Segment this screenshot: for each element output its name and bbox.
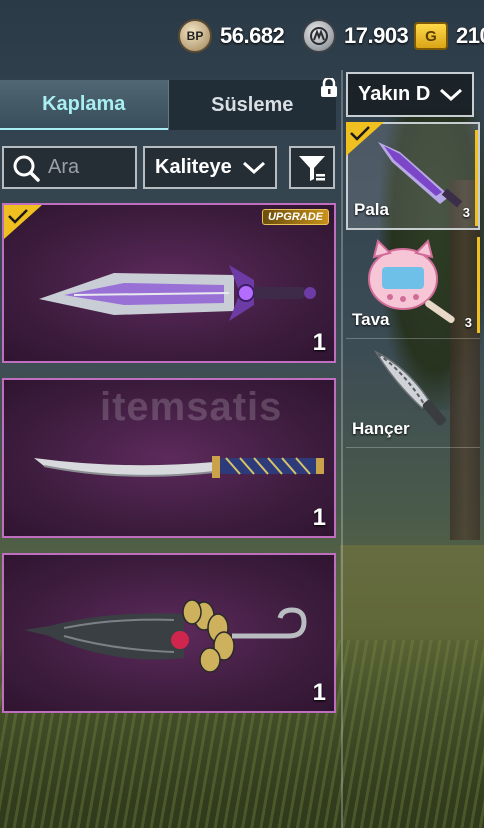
- g-value: 210: [456, 23, 484, 48]
- category-item-tava[interactable]: Tava 3: [346, 231, 480, 339]
- category-label: Pala: [354, 200, 389, 219]
- tab-bar: Kaplama Süsleme: [0, 80, 336, 130]
- currency-bp: BP 56.682: [178, 18, 285, 54]
- umbrella-image: [24, 599, 307, 673]
- item-card-sword[interactable]: UPGRADE 1: [2, 203, 336, 363]
- category-indicator: [477, 237, 480, 333]
- search-input[interactable]: [48, 156, 128, 179]
- category-indicator: [475, 130, 478, 226]
- item-card-umbrella[interactable]: 1: [2, 553, 336, 713]
- item-count: 1: [312, 679, 326, 706]
- category-dropdown[interactable]: Yakın D: [346, 72, 474, 117]
- ag-value: 17.903: [344, 23, 409, 48]
- chevron-down-icon: [439, 88, 463, 101]
- ag-coin-icon: [302, 19, 336, 53]
- watermark-text: itemsatis: [100, 385, 283, 429]
- purple-sword-image: [39, 265, 316, 321]
- bp-value: 56.682: [220, 23, 285, 48]
- category-label: Hançer: [352, 419, 410, 438]
- currency-ag: 17.903: [302, 18, 409, 54]
- ground: [340, 545, 484, 665]
- bp-coin-icon: BP: [178, 19, 212, 53]
- category-item-pala[interactable]: Pala 3: [346, 122, 480, 230]
- filter-icon: [299, 155, 325, 181]
- category-label: Tava: [352, 310, 390, 329]
- item-count: 1: [312, 504, 326, 531]
- search-box[interactable]: [2, 146, 137, 189]
- currency-bar: BP 56.682 17.903 G 210: [0, 0, 484, 70]
- panel-divider: [341, 70, 343, 828]
- category-count: 3: [464, 315, 472, 330]
- category-count: 3: [462, 205, 470, 220]
- lock-icon: [321, 78, 337, 97]
- search-icon: [13, 155, 40, 182]
- currency-g: G 210: [414, 18, 484, 54]
- chevron-down-icon: [242, 161, 266, 174]
- quality-dropdown[interactable]: Kaliteye: [143, 146, 277, 189]
- tab-kaplama[interactable]: Kaplama: [0, 80, 168, 130]
- g-coin-icon: G: [414, 22, 448, 50]
- filter-button[interactable]: [289, 146, 335, 189]
- tab-susleme[interactable]: Süsleme: [167, 80, 337, 130]
- category-item-hancer[interactable]: Hançer: [346, 340, 480, 448]
- item-count: 1: [312, 329, 326, 356]
- upgrade-badge: UPGRADE: [261, 209, 329, 225]
- category-dropdown-label: Yakın D: [358, 83, 431, 105]
- quality-dropdown-label: Kaliteye: [155, 156, 232, 178]
